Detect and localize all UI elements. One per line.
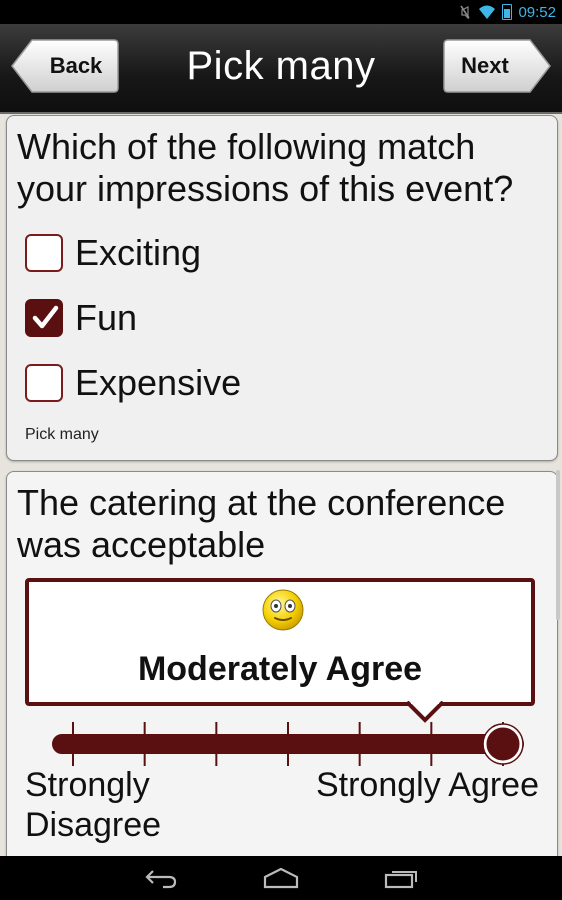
scrollbar[interactable] xyxy=(556,470,560,620)
next-button[interactable]: Next xyxy=(442,38,552,94)
hint-text: Pick many xyxy=(25,426,99,443)
callout-pointer xyxy=(407,701,443,723)
status-icons: 09:52 xyxy=(458,2,556,22)
checkbox-fun[interactable] xyxy=(25,299,63,337)
scale-max-label: Strongly Agree xyxy=(315,766,539,804)
option-fun[interactable]: Fun xyxy=(25,297,137,339)
option-label: Fun xyxy=(75,297,138,338)
status-time: 09:52 xyxy=(518,3,556,21)
checkbox-exciting[interactable] xyxy=(25,234,63,272)
question-text: The catering at the conference was accep… xyxy=(17,482,506,565)
back-icon[interactable] xyxy=(143,867,179,889)
option-label: Exciting xyxy=(75,232,202,273)
checkmark-icon xyxy=(32,305,59,329)
question-text: Which of the following match your impres… xyxy=(17,126,514,209)
rating-slider[interactable] xyxy=(37,722,537,766)
wifi-icon xyxy=(479,5,496,19)
option-label: Expensive xyxy=(75,362,242,403)
scale-min-label: Strongly Disagree xyxy=(25,766,162,844)
slider-fill xyxy=(53,735,503,753)
option-exciting[interactable]: Exciting xyxy=(25,232,201,274)
mute-icon xyxy=(460,5,471,20)
checkbox-expensive[interactable] xyxy=(25,364,63,402)
action-bar: Back Pick many Next xyxy=(0,24,562,114)
question-card-slider: The catering at the conference was accep… xyxy=(6,471,558,893)
rating-label: Moderately Agree xyxy=(137,650,423,688)
slider-thumb[interactable] xyxy=(483,724,523,764)
system-nav-bar xyxy=(0,856,562,900)
option-expensive[interactable]: Expensive xyxy=(25,362,241,404)
recents-icon[interactable] xyxy=(384,867,420,889)
question-card-pick-many: Which of the following match your impres… xyxy=(6,115,558,461)
surprised-face-icon xyxy=(262,589,304,631)
home-icon[interactable] xyxy=(263,867,299,889)
next-button-label: Next xyxy=(461,53,509,78)
status-bar: 09:52 xyxy=(0,0,562,24)
battery-icon xyxy=(502,4,513,20)
